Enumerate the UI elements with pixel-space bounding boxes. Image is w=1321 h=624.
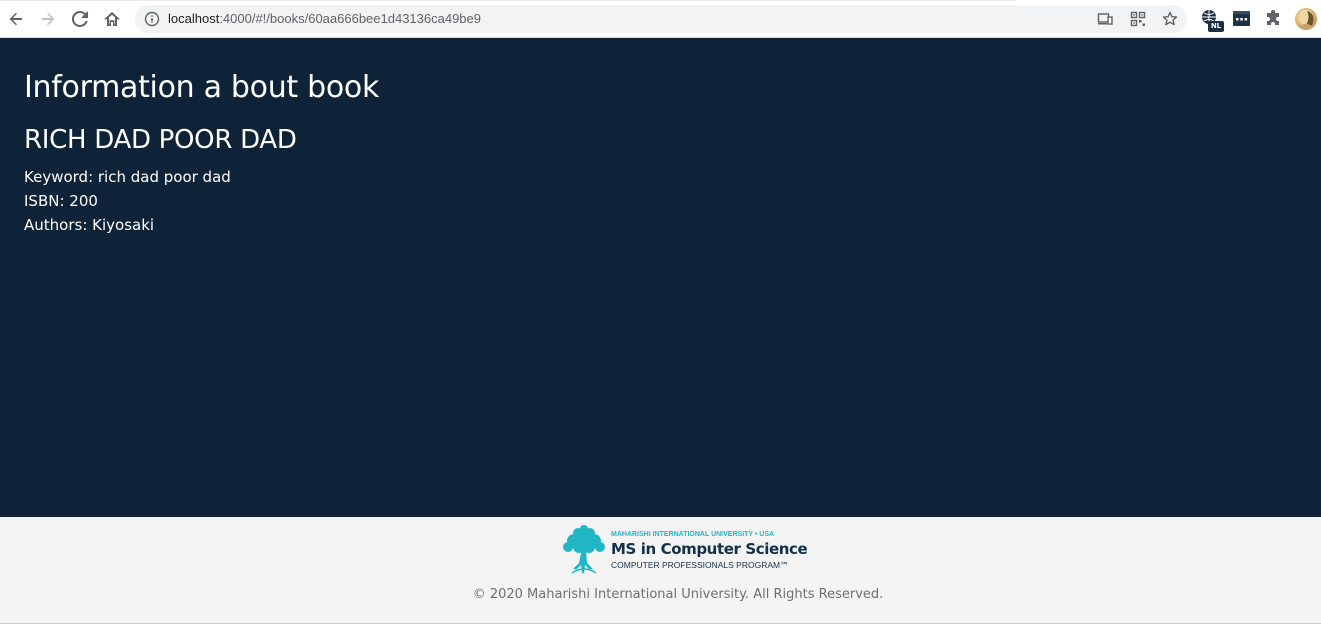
puzzle-icon[interactable] xyxy=(1264,9,1284,29)
reload-button[interactable] xyxy=(66,5,94,33)
home-icon xyxy=(104,12,120,26)
book-detail-page: Information a bout book RICH DAD POOR DA… xyxy=(0,38,1321,517)
star-icon[interactable] xyxy=(1162,11,1178,27)
avatar[interactable] xyxy=(1295,8,1317,30)
reload-icon xyxy=(72,11,88,27)
url-text[interactable]: localhost:4000/#!/books/60aa666bee1d4313… xyxy=(168,11,481,27)
logo-subprogram-text: COMPUTER PROFESSIONALS PROGRAM℠ xyxy=(611,560,789,570)
url-host: localhost xyxy=(168,11,220,26)
page-title: Information a bout book xyxy=(24,70,380,105)
tree-logo-icon xyxy=(563,525,605,574)
mscs-logo: MAHARISHI INTERNATIONAL UNIVERSITY • USA… xyxy=(560,525,808,577)
copyright-text: © 2020 Maharishi International Universit… xyxy=(472,587,884,602)
forward-arrow-icon xyxy=(42,12,55,26)
book-authors: Authors: Kiyosaki xyxy=(24,216,155,234)
logo-program-text: MS in Computer Science xyxy=(611,540,808,558)
book-keyword: Keyword: rich dad poor dad xyxy=(24,168,231,186)
page-load-indicator xyxy=(0,0,1016,1)
site-footer: MAHARISHI INTERNATIONAL UNIVERSITY • USA… xyxy=(0,517,1321,624)
qr-code-icon[interactable] xyxy=(1130,11,1146,27)
browser-toolbar: localhost:4000/#!/books/60aa666bee1d4313… xyxy=(0,0,1321,38)
home-button[interactable] xyxy=(98,5,126,33)
book-isbn: ISBN: 200 xyxy=(24,192,98,210)
profile-photo xyxy=(1298,10,1314,30)
info-icon[interactable] xyxy=(144,11,160,27)
forward-button[interactable] xyxy=(34,5,62,33)
address-bar[interactable]: localhost:4000/#!/books/60aa666bee1d4313… xyxy=(135,5,1187,33)
cast-icon[interactable] xyxy=(1097,11,1113,27)
ellipsis-extension-icon[interactable] xyxy=(1232,9,1252,29)
back-arrow-icon xyxy=(9,12,22,26)
url-path: :4000/#!/books/60aa666bee1d43136ca49be9 xyxy=(219,11,482,26)
back-button[interactable] xyxy=(2,5,30,33)
language-badge: NL xyxy=(1208,21,1224,32)
logo-university-text: MAHARISHI INTERNATIONAL UNIVERSITY • USA xyxy=(611,531,775,538)
book-title: RICH DAD POOR DAD xyxy=(24,125,297,155)
